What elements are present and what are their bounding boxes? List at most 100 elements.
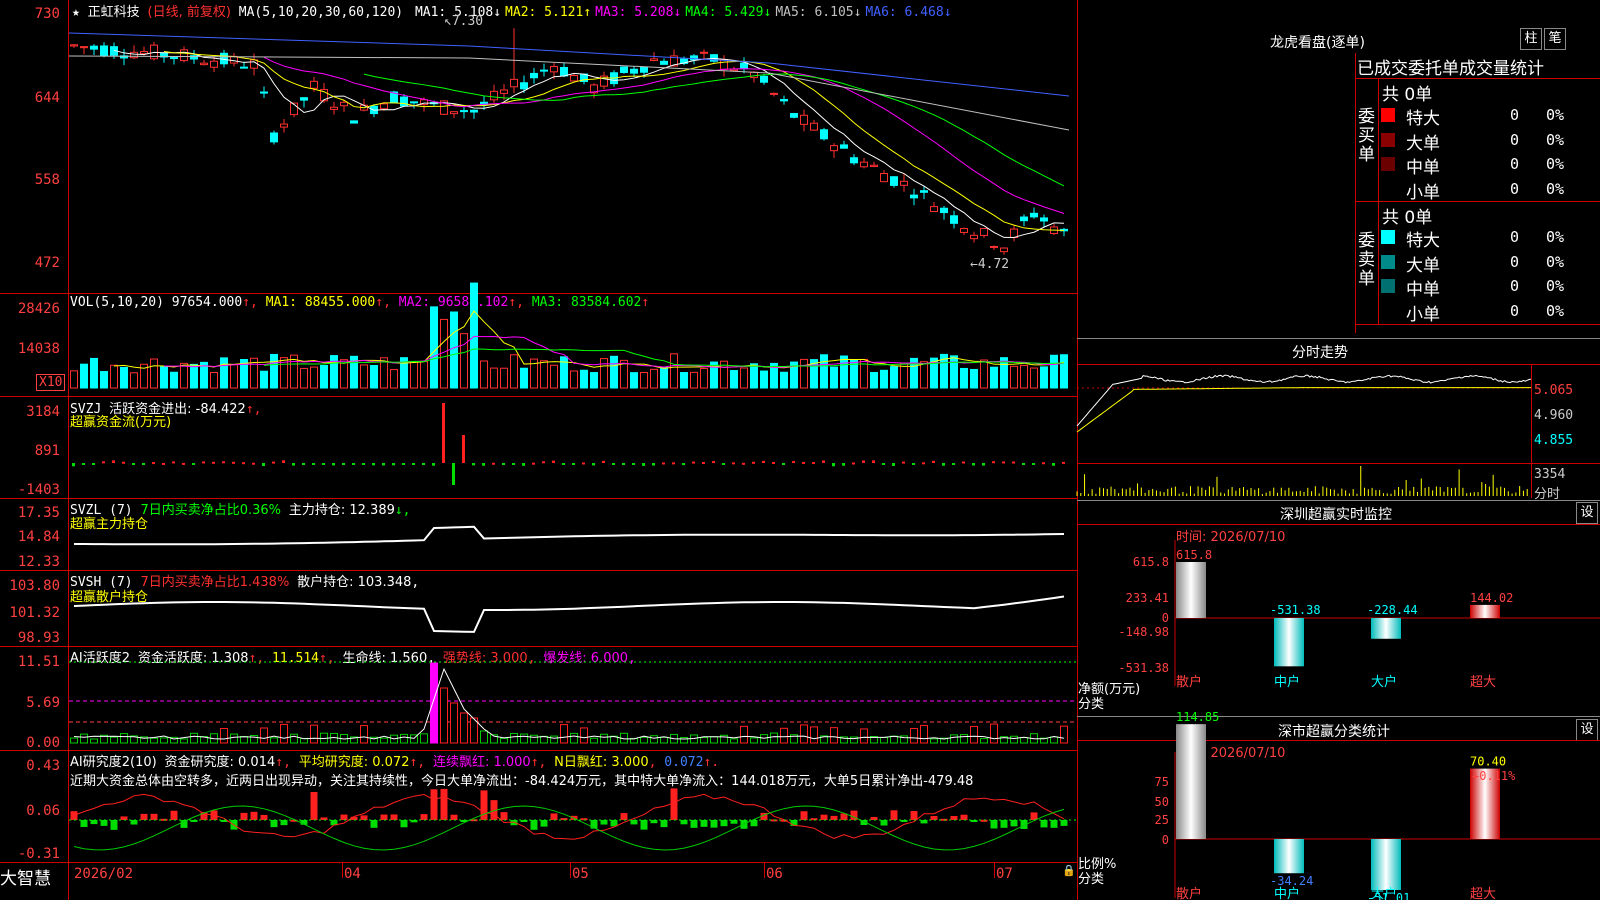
research-bar — [530, 820, 538, 830]
volume-bar — [600, 358, 608, 389]
research-bar — [430, 789, 438, 820]
volume-bar — [650, 368, 658, 389]
intraday-chart[interactable] — [1076, 366, 1532, 496]
fund-flow-bar — [552, 460, 555, 463]
candle-body — [140, 50, 148, 55]
research-bar — [1010, 820, 1018, 827]
buy-count-2: 0 — [1510, 155, 1520, 173]
monitor-bar-超大 — [1470, 604, 1500, 618]
volume-bar — [410, 361, 418, 389]
volume-bar — [490, 367, 498, 389]
volume-bar — [630, 372, 638, 389]
activity-bar — [700, 737, 708, 744]
stats-axis-tick: 25 — [1155, 813, 1169, 827]
candle-body — [1010, 228, 1018, 238]
ma60-line — [68, 55, 1070, 131]
candle-body — [1020, 216, 1028, 222]
fund-flow-bar — [732, 462, 735, 465]
stats-bar-chart[interactable]: 7550250114.85散户-34.24中户 -51.01大户70.40超大+0… — [1077, 710, 1600, 900]
candle-body — [510, 78, 518, 88]
candle-body — [380, 103, 388, 110]
stats-bar-大户 — [1371, 839, 1401, 891]
volume-bar — [330, 355, 338, 389]
volume-chart[interactable] — [69, 282, 1077, 392]
research-bar — [690, 820, 698, 828]
activity-bar — [80, 733, 88, 744]
intraday-tick-3: 4.855 — [1534, 433, 1574, 448]
monitor-settings-button[interactable]: 设 — [1576, 502, 1598, 524]
fund-flow-bar — [72, 463, 75, 467]
monitor-bar-大户 — [1371, 618, 1401, 639]
fund-flow-bar — [382, 463, 385, 466]
fund-flow-bar — [742, 462, 745, 465]
ma30-line — [363, 73, 1065, 187]
stats-bar-label: 114.85 — [1176, 710, 1219, 724]
brand-logo[interactable]: 大智慧 — [0, 864, 51, 889]
sell-side-label: 委卖单 — [1358, 231, 1375, 289]
candlestick-chart[interactable] — [68, 18, 1077, 278]
fund-flow-bar — [222, 461, 225, 464]
candle-body — [910, 194, 918, 199]
fund-flow-bar — [302, 463, 305, 465]
lock-icon[interactable]: 🔒 — [1062, 864, 1076, 877]
svzj-tick-2: 891 — [34, 443, 60, 459]
stats-bar-散户 — [1176, 724, 1206, 839]
ai-activity-chart[interactable] — [69, 657, 1077, 747]
svsh-chart[interactable] — [69, 580, 1077, 640]
research-bar — [240, 812, 248, 820]
ai-research-chart[interactable] — [69, 788, 1077, 860]
date-tick-06 — [764, 862, 765, 878]
candle-body — [890, 176, 898, 186]
volume-bar — [460, 333, 468, 389]
volume-bar — [220, 357, 228, 389]
activity-bar — [510, 732, 518, 744]
volume-bar — [640, 371, 648, 389]
volume-bar — [1030, 367, 1038, 389]
ai2-tick-2: 0.06 — [26, 803, 60, 819]
sell-swatch-0 — [1381, 230, 1395, 244]
research-bar — [960, 814, 968, 820]
fund-flow-bar — [592, 463, 595, 466]
candle-body — [260, 91, 268, 94]
ai2-header: AI研究度2(10) 资金研究度: 0.014↑, 平均研究度: 0.072↑,… — [70, 755, 720, 770]
fund-flow-bar — [992, 461, 995, 464]
buy-swatch-1 — [1381, 132, 1395, 147]
ma120-line — [68, 32, 1070, 97]
ai2-avg: 平均研究度: 0.072 — [298, 755, 410, 770]
volume-bar — [960, 367, 968, 389]
volume-bar — [300, 367, 308, 389]
fund-flow-bar — [902, 461, 905, 464]
ai2-tick-3: -0.31 — [17, 846, 60, 862]
monitor-axis-tick: -531.38 — [1118, 661, 1169, 675]
activity-bar — [460, 712, 468, 744]
activity-bar — [910, 727, 918, 744]
candle-body — [630, 68, 638, 74]
svzl-chart[interactable] — [69, 508, 1077, 568]
research-bar — [450, 814, 458, 820]
activity-bar — [310, 724, 318, 744]
tick-view-button[interactable]: 笔 — [1544, 28, 1566, 50]
svzj-chart[interactable] — [69, 403, 1077, 495]
candle-body — [400, 96, 408, 107]
activity-bar — [550, 735, 558, 744]
volume-bar — [780, 371, 788, 389]
activity-bar — [290, 733, 298, 744]
candle-body — [660, 60, 668, 65]
volume-bar — [420, 361, 428, 389]
bar-view-button[interactable]: 柱 — [1520, 28, 1542, 50]
activity-bar — [780, 727, 788, 744]
candle-body — [300, 97, 308, 101]
fund-flow-bar — [112, 460, 115, 463]
research-bar — [720, 820, 728, 827]
research-bar — [110, 820, 118, 830]
date-tick-07 — [994, 862, 995, 878]
fund-flow-bar — [1012, 461, 1015, 464]
volume-bar — [740, 367, 748, 389]
buy-label-1: 大单 — [1406, 133, 1440, 154]
dragon-tiger-title: 龙虎看盘(逐单) — [1270, 35, 1365, 51]
stats-settings-button[interactable]: 设 — [1576, 719, 1598, 741]
order-box-mid — [1355, 201, 1600, 202]
buy-label-0: 特大 — [1406, 109, 1440, 129]
monitor-bar-chart[interactable]: 615.8 233.41 0-148.98 -531.38 615.8 散户 -531.38… — [1077, 540, 1600, 700]
research-bar — [140, 813, 148, 820]
